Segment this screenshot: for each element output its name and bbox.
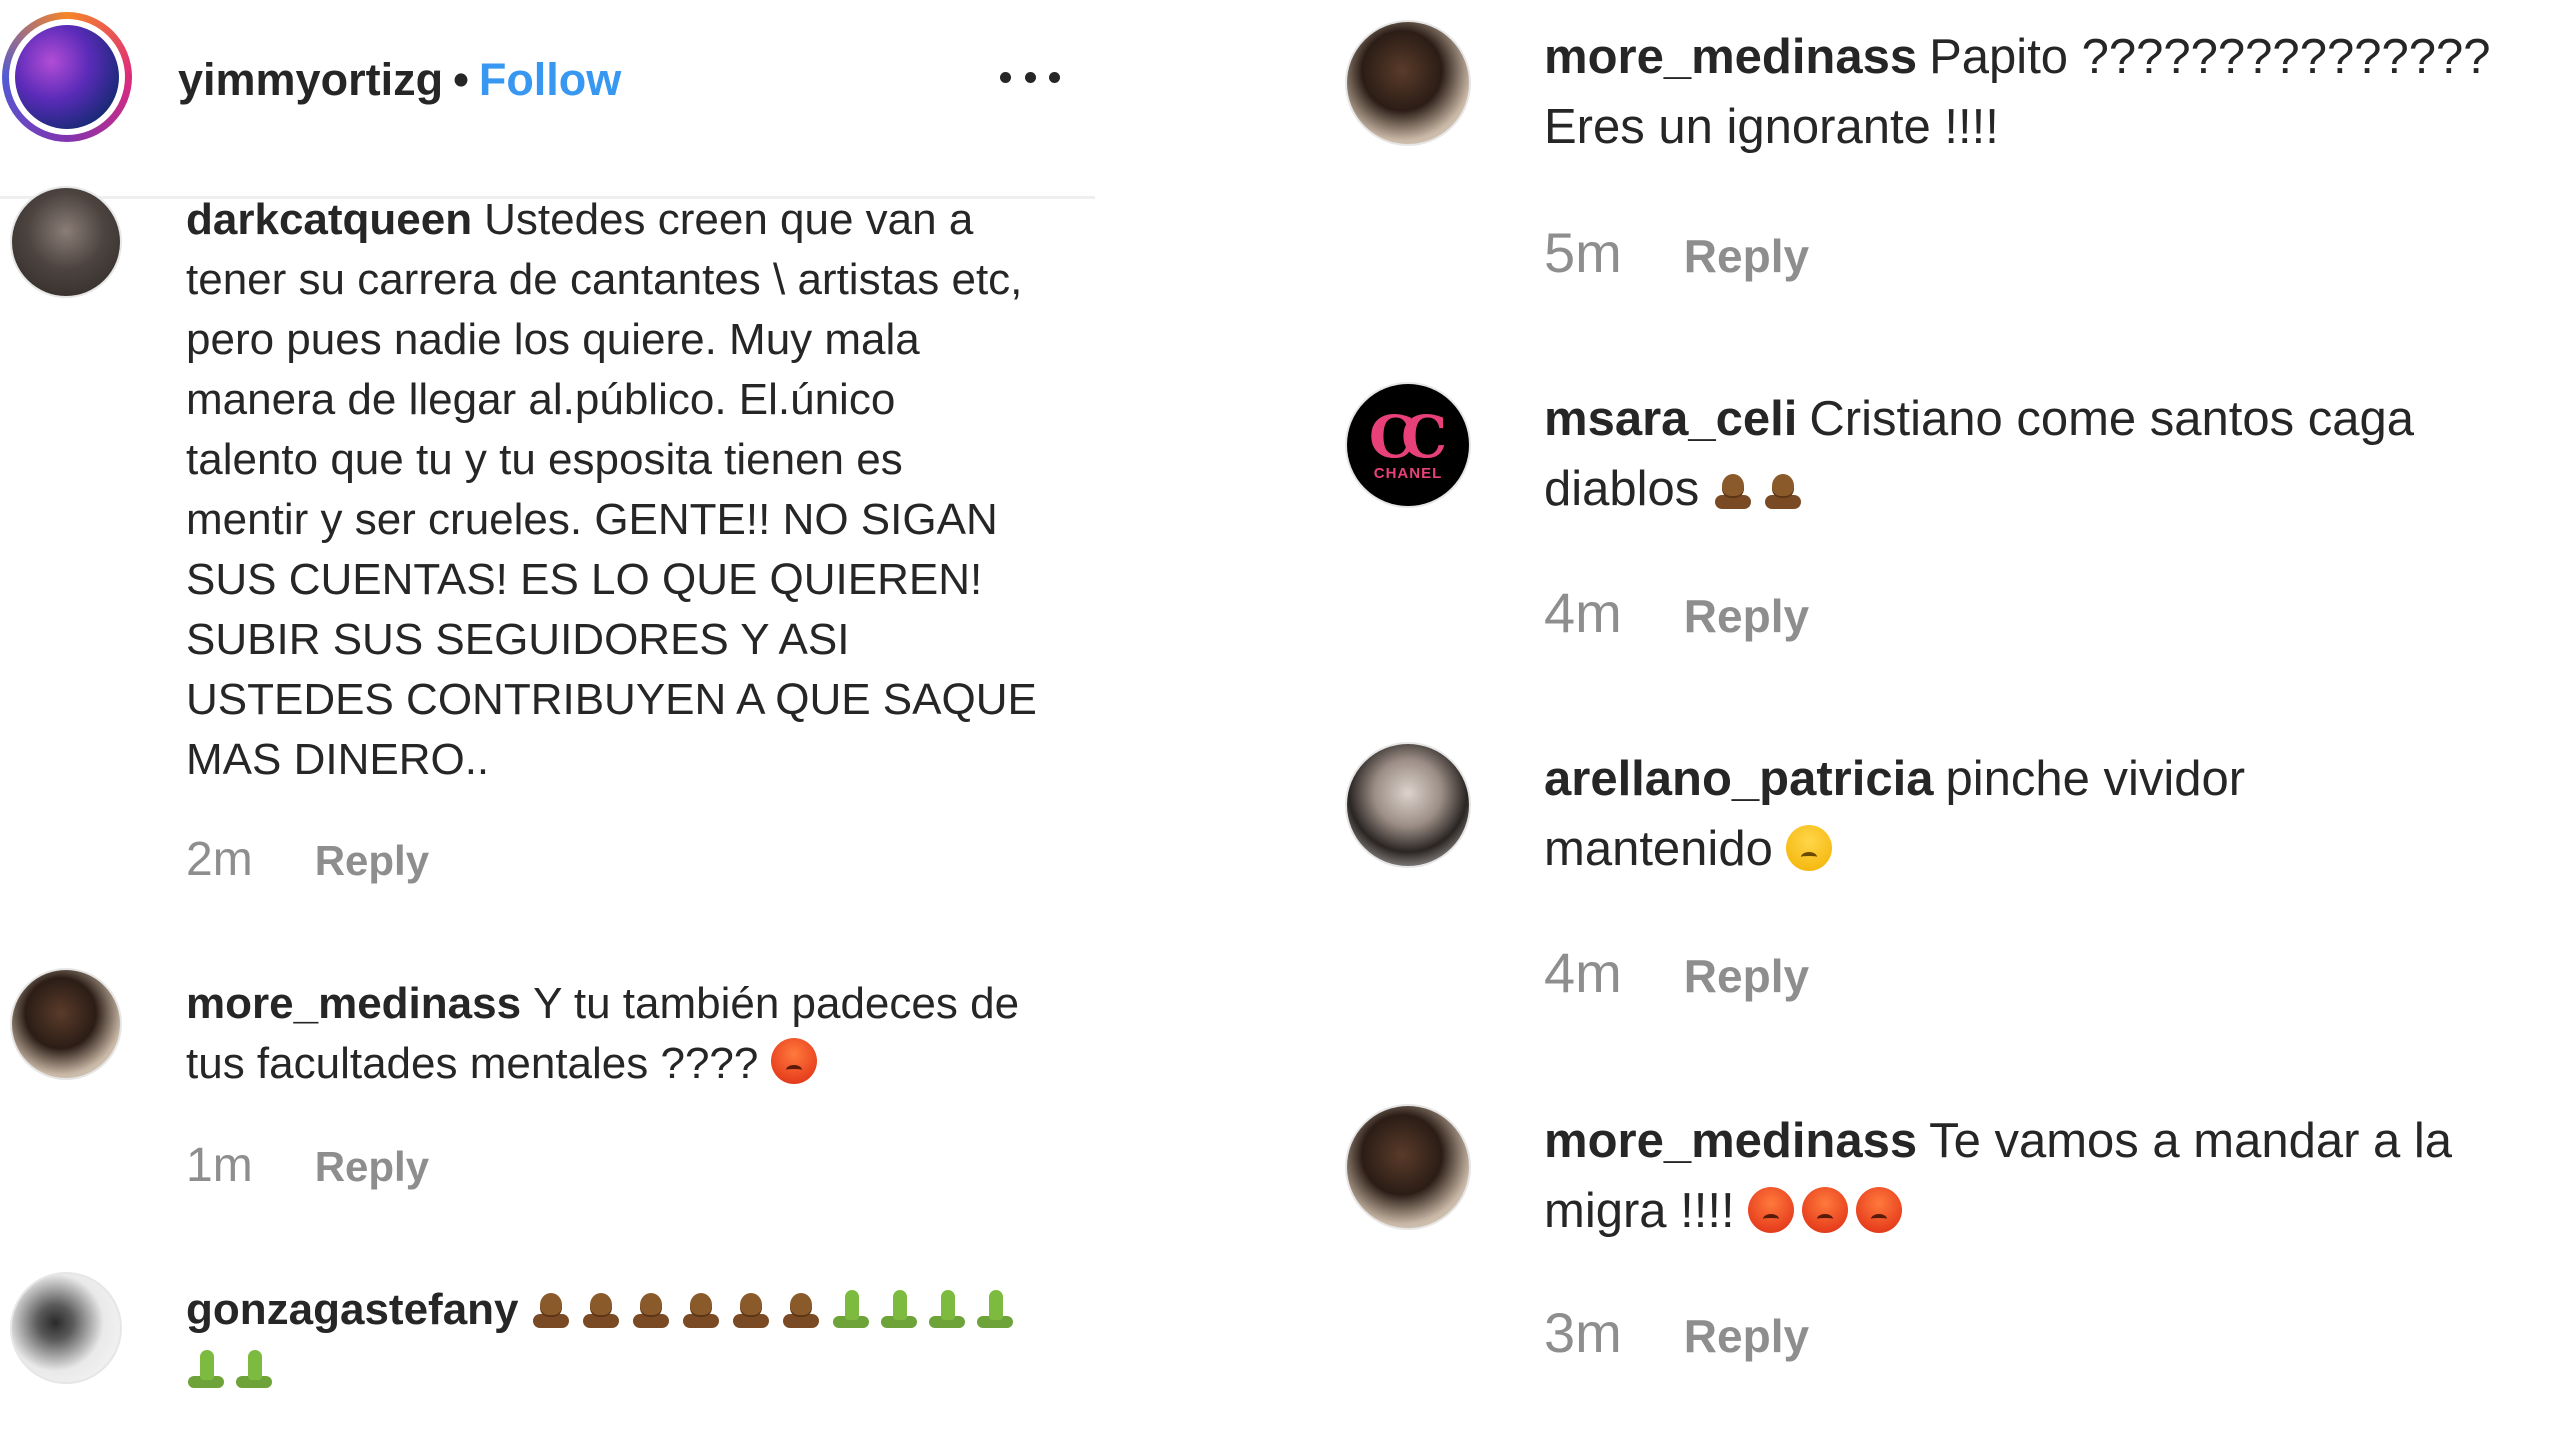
snake-emoji-icon	[186, 1348, 226, 1388]
comment-meta: 4m Reply	[1544, 940, 1809, 1005]
comment-body: darkcatqueen Ustedes creen que van a tene…	[186, 190, 1086, 790]
chanel-logo-icon: CC	[1368, 402, 1447, 471]
poop-emoji-icon	[1763, 469, 1803, 509]
comment-username[interactable]: arellano_patricia	[1544, 752, 1933, 806]
avatar-logo-text: CHANEL	[1373, 464, 1443, 482]
comment-username[interactable]: darkcatqueen	[186, 195, 472, 244]
commenter-avatar[interactable]	[10, 186, 122, 298]
comment-text-line: mantenido	[1544, 822, 1773, 876]
snake-emoji-icon	[234, 1348, 274, 1388]
poop-emoji-icon	[781, 1288, 821, 1328]
comment-body: gonzagastefany	[186, 1280, 1086, 1400]
comment-text-line: tener su carrera de cantantes \ artistas…	[186, 255, 1023, 304]
comment-timestamp: 1m	[186, 1139, 253, 1192]
reply-button[interactable]: Reply	[1684, 589, 1809, 643]
poop-emoji-icon	[581, 1288, 621, 1328]
comment-text-line: migra !!!!	[1544, 1184, 1735, 1238]
comment-body: more_medinass Y tu también padeces de tus…	[186, 974, 1086, 1094]
reply-button[interactable]: Reply	[1684, 949, 1809, 1003]
comment-timestamp: 4m	[1544, 581, 1622, 644]
angry-face-icon	[770, 1038, 817, 1084]
comment-meta: 5m Reply	[1544, 220, 1809, 285]
poop-emoji-icon	[731, 1288, 771, 1328]
header-separator: •	[453, 54, 469, 105]
comment-meta: 3m Reply	[1544, 1300, 1809, 1365]
reply-button[interactable]: Reply	[315, 837, 429, 885]
comment-meta: 1m Reply	[186, 1138, 429, 1193]
comment-text-line: Eres un ignorante !!!!	[1544, 100, 1999, 154]
comment-text-line: talento que tu y tu esposita tienen es	[186, 435, 903, 484]
reply-button[interactable]: Reply	[1684, 1309, 1809, 1363]
comment-text-line: manera de llegar al.público. El.único	[186, 375, 896, 424]
reply-button[interactable]: Reply	[315, 1143, 429, 1191]
comment-body: msara_celi Cristiano come santos caga dia…	[1544, 384, 2554, 524]
author-avatar-image	[15, 25, 119, 129]
commenter-avatar[interactable]	[10, 968, 122, 1080]
comment-text-line: MAS DINERO..	[186, 735, 490, 784]
comment-text-line: Ustedes creen que van a	[484, 195, 974, 244]
comment-text-line: Papito ???????????????	[1929, 30, 2491, 84]
snake-emoji-icon	[975, 1288, 1015, 1328]
snake-emoji-icon	[927, 1288, 967, 1328]
comment-text-line: Cristiano come santos caga	[1809, 392, 2415, 446]
comment-text-line: SUS CUENTAS! ES LO QUE QUIEREN!	[186, 555, 983, 604]
poop-emoji-icon	[681, 1288, 721, 1328]
comment-timestamp: 3m	[1544, 1301, 1622, 1364]
left-comments-panel: yimmyortizg • Follow darkcatqueen Ustedes c…	[0, 0, 1095, 1440]
commenter-avatar[interactable]	[1345, 20, 1471, 146]
comment-username[interactable]: more_medinass	[1544, 30, 1917, 84]
commenter-avatar[interactable]: CC CHANEL	[1345, 382, 1471, 508]
comment-timestamp: 4m	[1544, 941, 1622, 1004]
comment-text-line: pero pues nadie los quiere. Muy mala	[186, 315, 920, 364]
angry-face-icon	[1856, 1187, 1903, 1233]
commenter-avatar[interactable]	[1345, 742, 1471, 868]
comment-username[interactable]: more_medinass	[186, 979, 521, 1028]
follow-button[interactable]: Follow	[479, 54, 621, 105]
comment-text-line: Y tu también padeces de	[533, 979, 1020, 1028]
comment-text-line: mentir y ser crueles. GENTE!! NO SIGAN	[186, 495, 998, 544]
comment-text-line: pinche vividor	[1945, 752, 2246, 806]
post-header: yimmyortizg • Follow	[0, 0, 1095, 199]
comment-text-line: Te vamos a mandar a la	[1929, 1114, 2453, 1168]
comment-username[interactable]: msara_celi	[1544, 392, 1797, 446]
comment-timestamp: 2m	[186, 833, 253, 886]
angry-face-icon	[1748, 1187, 1795, 1233]
angry-face-icon	[1786, 825, 1833, 871]
comment-body: arellano_patricia pinche vividor mantenid…	[1544, 744, 2554, 884]
author-avatar[interactable]	[2, 12, 132, 142]
comment-text-line: USTEDES CONTRIBUYEN A QUE SAQUE	[186, 675, 1037, 724]
comment-timestamp: 5m	[1544, 221, 1622, 284]
more-horizontal-icon[interactable]	[1000, 62, 1060, 92]
comment-meta: 2m Reply	[186, 832, 429, 887]
comment-username[interactable]: gonzagastefany	[186, 1285, 519, 1334]
comment-body: more_medinass Papito ??????????????? Eres…	[1544, 22, 2554, 162]
comment-text-line: SUBIR SUS SEGUIDORES Y ASI	[186, 615, 850, 664]
commenter-avatar[interactable]	[1345, 1104, 1471, 1230]
poop-emoji-icon	[531, 1288, 571, 1328]
commenter-avatar[interactable]	[10, 1272, 122, 1384]
screenshot-canvas: yimmyortizg • Follow darkcatqueen Ustedes c…	[0, 0, 2560, 1440]
header-text: yimmyortizg • Follow	[178, 52, 621, 108]
author-username[interactable]: yimmyortizg	[178, 54, 443, 105]
comment-text-line: diablos	[1544, 462, 1700, 516]
comment-body: more_medinass Te vamos a mandar a la migr…	[1544, 1106, 2554, 1246]
angry-face-icon	[1802, 1187, 1849, 1233]
snake-emoji-icon	[831, 1288, 871, 1328]
comment-username[interactable]: more_medinass	[1544, 1114, 1917, 1168]
comment-text-line: tus facultades mentales ????	[186, 1039, 759, 1088]
poop-emoji-icon	[1713, 469, 1753, 509]
snake-emoji-icon	[879, 1288, 919, 1328]
comment-meta: 4m Reply	[1544, 580, 1809, 645]
reply-button[interactable]: Reply	[1684, 229, 1809, 283]
poop-emoji-icon	[631, 1288, 671, 1328]
